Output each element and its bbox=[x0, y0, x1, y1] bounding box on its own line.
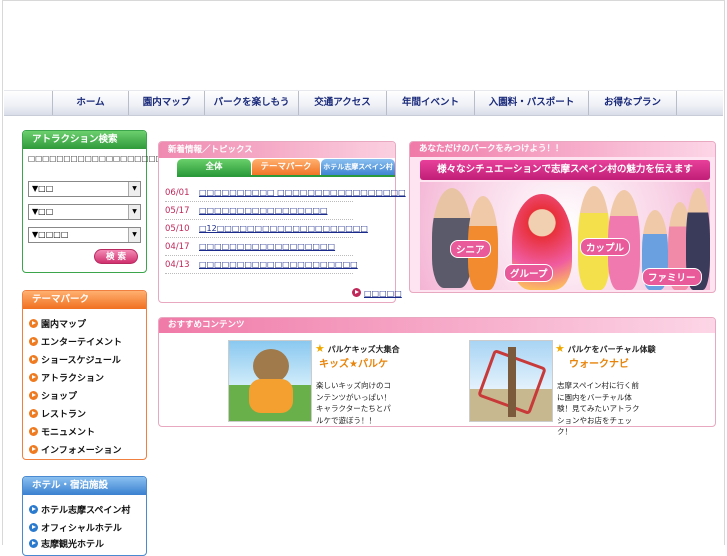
nav-access[interactable]: 交通アクセス bbox=[298, 91, 386, 115]
menu-item-shima-kanko-hotel[interactable]: 志摩観光ホテル bbox=[29, 538, 104, 552]
arrow-bullet-icon bbox=[29, 391, 38, 400]
theme-park-title: テーマパーク bbox=[23, 291, 146, 309]
news-title: 新着情報／トピックス bbox=[159, 142, 395, 158]
arrow-bullet-icon bbox=[29, 445, 38, 454]
category-group[interactable]: グループ bbox=[504, 264, 554, 282]
menu-item-restaurants[interactable]: レストラン bbox=[29, 408, 86, 422]
walk-navi-description: 志摩スペイン村に行く前に園内をバーチャル体験！見てみたいアトラクションやお店をチ… bbox=[557, 381, 640, 436]
attraction-search-description: □□□□□□□□□□□□□□□□□□□□□□□□□□□□□□□□ bbox=[28, 154, 255, 163]
arrow-bullet-icon bbox=[29, 427, 38, 436]
menu-item-monuments[interactable]: モニュメント bbox=[29, 426, 95, 440]
tab-all[interactable]: 全体 bbox=[177, 159, 251, 176]
news-item: 05/10 □12□□□□□□□□□□□□□□□□□□□□ bbox=[165, 220, 368, 238]
chevron-down-icon: ▼ bbox=[128, 182, 140, 196]
recommended-title: おすすめコンテンツ bbox=[159, 318, 715, 333]
news-more-link[interactable]: □□□□□ bbox=[352, 288, 402, 298]
visitors-photo: シニア グループ カップル ファミリー bbox=[420, 182, 710, 290]
category-select[interactable]: ▼□□ ▼ bbox=[28, 181, 141, 197]
arrow-bullet-icon bbox=[29, 409, 38, 418]
menu-item-official-hotels[interactable]: オフィシャルホテル bbox=[29, 522, 122, 536]
walk-navi-photo[interactable] bbox=[469, 340, 553, 422]
find-park-title: あなただけのパークをみつけよう！！ bbox=[410, 142, 715, 157]
nav-admission[interactable]: 入園料・パスポート bbox=[474, 91, 588, 115]
find-park-panel[interactable]: あなただけのパークをみつけよう！！ 様々なシチュエーションで志摩スペイン村の魅力… bbox=[409, 141, 716, 293]
arrow-bullet-icon bbox=[29, 373, 38, 382]
chevron-down-icon: ▼ bbox=[128, 228, 140, 242]
nav-park-map[interactable]: 園内マップ bbox=[128, 91, 204, 115]
kids-parque-description: 楽しいキッズ向けのコンテンツがいっぱい！キャラクターたちとパルケで遊ぼう！！ bbox=[316, 381, 391, 425]
recommended-panel: おすすめコンテンツ ★ パルケキッズ大集合 キッズ★パルケ 楽しいキッズ向けのコ… bbox=[158, 317, 716, 436]
menu-item-attractions[interactable]: アトラクション bbox=[29, 372, 104, 386]
walk-navi-subtitle[interactable]: ウォークナビ bbox=[569, 355, 629, 370]
arrow-bullet-icon bbox=[29, 337, 38, 346]
menu-item-entertainment[interactable]: エンターテイメント bbox=[29, 336, 122, 350]
tab-theme-park[interactable]: テーマパーク bbox=[252, 159, 320, 176]
nav-events[interactable]: 年間イベント bbox=[386, 91, 474, 115]
kids-parque-subtitle[interactable]: キッズ★パルケ bbox=[319, 355, 388, 370]
global-nav: ホーム 園内マップ パークを楽しもう 交通アクセス 年間イベント 入園料・パスポ… bbox=[4, 90, 723, 116]
condition-select[interactable]: ▼□□□□ ▼ bbox=[28, 227, 141, 243]
nav-plans[interactable]: お得なプラン bbox=[588, 91, 676, 115]
arrow-bullet-icon bbox=[29, 319, 38, 328]
star-icon: ★ bbox=[555, 342, 565, 355]
category-couple[interactable]: カップル bbox=[580, 238, 631, 256]
news-item: 05/17 □□□□□□□□□□□□□□□□□ bbox=[165, 202, 353, 220]
arrow-bullet-icon bbox=[29, 355, 38, 364]
hotels-title: ホテル・宿泊施設 bbox=[23, 477, 146, 495]
hotels-panel: ホテル・宿泊施設 ホテル志摩スペイン村 オフィシャルホテル 志摩観光ホテル bbox=[22, 476, 147, 556]
nav-divider bbox=[676, 91, 677, 115]
area-select[interactable]: ▼□□ ▼ bbox=[28, 204, 141, 220]
search-button[interactable]: 検 索 bbox=[94, 249, 138, 264]
menu-item-shops[interactable]: ショップ bbox=[29, 390, 77, 404]
arrow-bullet-icon bbox=[29, 505, 38, 514]
tab-underline bbox=[177, 175, 395, 177]
kids-parque-photo[interactable] bbox=[228, 340, 312, 422]
menu-item-park-map[interactable]: 園内マップ bbox=[29, 318, 86, 332]
arrow-bullet-icon bbox=[29, 523, 38, 532]
nav-home[interactable]: ホーム bbox=[52, 91, 128, 115]
arrow-bullet-icon bbox=[29, 539, 38, 548]
menu-item-show-schedule[interactable]: ショースケジュール bbox=[29, 354, 121, 368]
kids-parque-heading[interactable]: ★ パルケキッズ大集合 bbox=[315, 342, 400, 355]
news-panel: 新着情報／トピックス 全体 テーマパーク ホテル志摩スペイン村 06/01 □□□… bbox=[158, 141, 406, 303]
tab-hotel[interactable]: ホテル志摩スペイン村 bbox=[321, 159, 395, 176]
news-item: 04/17 □□□□□□□□□□□□□□□□□□ bbox=[165, 238, 353, 256]
menu-item-information[interactable]: インフォメーション bbox=[29, 444, 122, 458]
star-icon: ★ bbox=[315, 342, 325, 355]
menu-item-hotel-shima-spain[interactable]: ホテル志摩スペイン村 bbox=[29, 504, 130, 518]
theme-park-panel: テーマパーク 園内マップ エンターテイメント ショースケジュール アトラクション… bbox=[22, 290, 147, 460]
attraction-search-panel: アトラクション検索 □□□□□□□□□□□□□□□□□□□□□□□□□□□□□□… bbox=[22, 130, 255, 273]
walk-navi-heading[interactable]: ★ パルケをバーチャル体験 bbox=[555, 342, 656, 355]
arrow-bullet-icon bbox=[352, 288, 361, 297]
news-item: 04/13 □□□□□□□□□□□□□□□□□□□□□ bbox=[165, 256, 358, 274]
chevron-down-icon: ▼ bbox=[128, 205, 140, 219]
category-senior[interactable]: シニア bbox=[450, 240, 491, 258]
attraction-search-title: アトラクション検索 bbox=[23, 131, 146, 149]
category-family[interactable]: ファミリー bbox=[642, 268, 702, 286]
find-park-banner: 様々なシチュエーションで志摩スペイン村の魅力を伝えます bbox=[420, 160, 710, 180]
news-item: 06/01 □□□□□□□□□□ □□□□□□□□□□□□□□□□□ bbox=[165, 184, 406, 202]
nav-enjoy-park[interactable]: パークを楽しもう bbox=[204, 91, 298, 115]
